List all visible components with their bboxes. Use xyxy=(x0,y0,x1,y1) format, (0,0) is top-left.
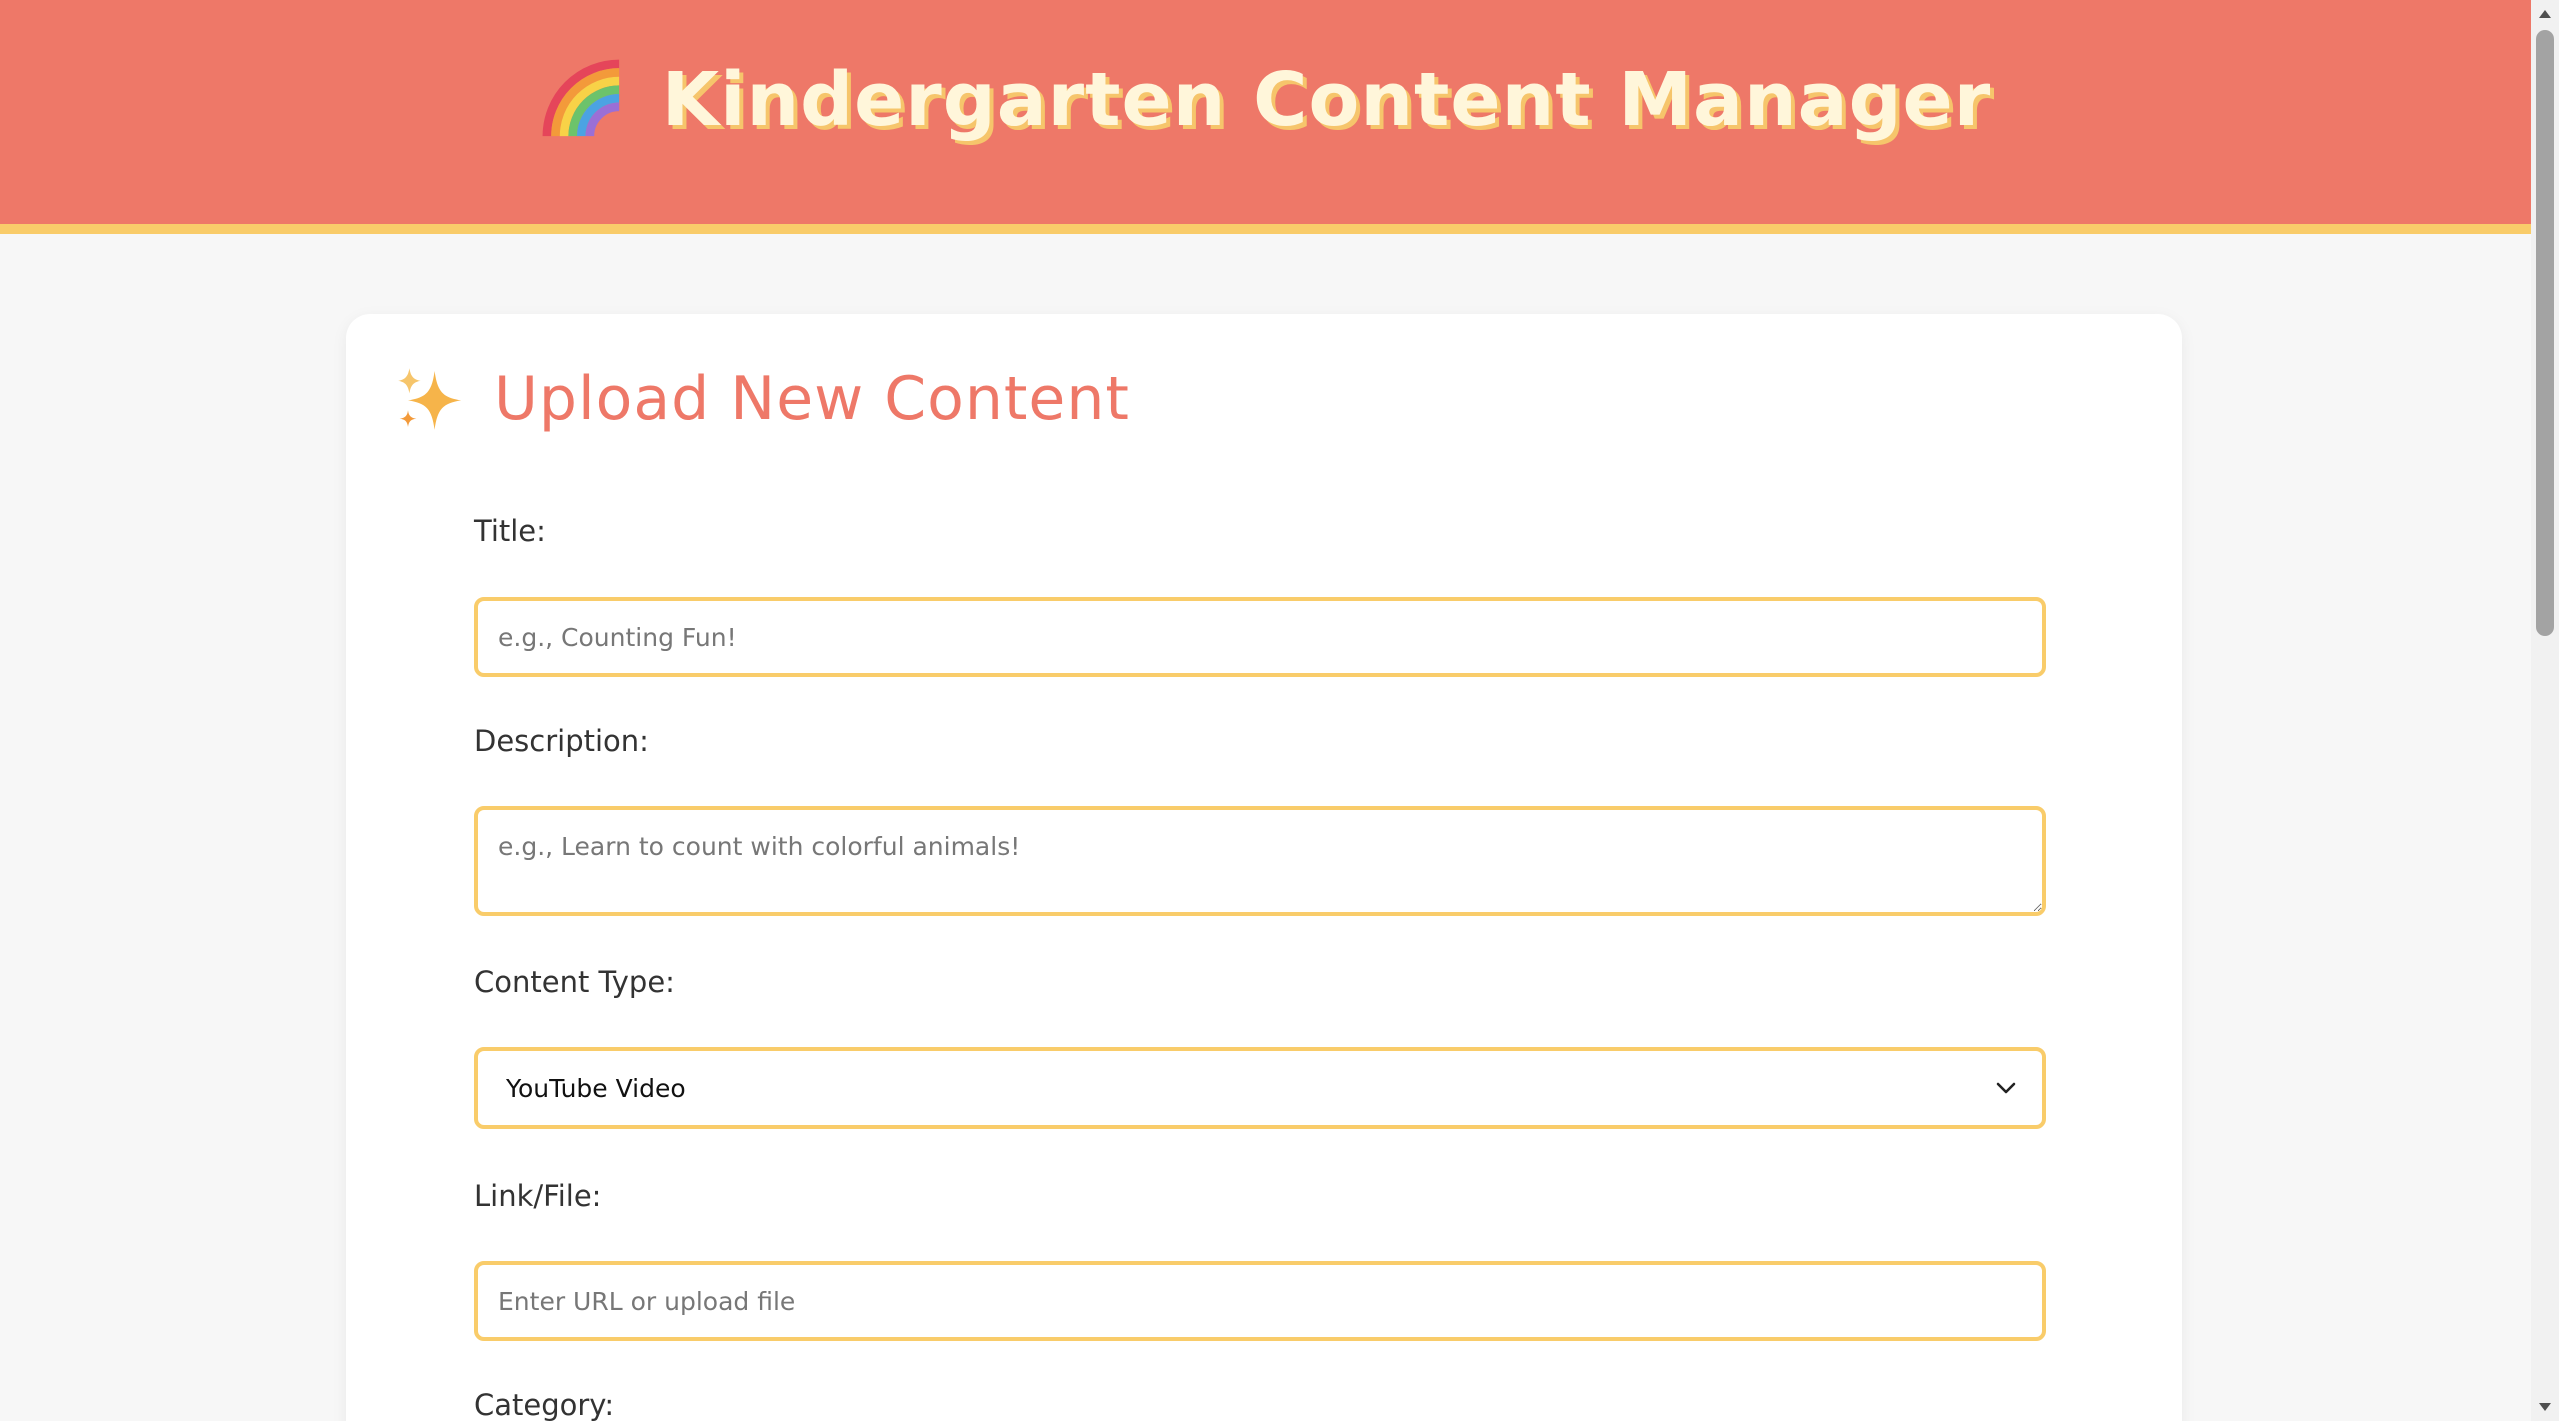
content-type-select[interactable]: YouTube Video xyxy=(474,1047,2046,1129)
description-textarea[interactable] xyxy=(474,806,2046,916)
description-label: Description: xyxy=(474,724,649,758)
content-type-selected: YouTube Video xyxy=(506,1073,686,1103)
app-header: Kindergarten Content Manager xyxy=(0,0,2531,234)
scroll-up-icon[interactable] xyxy=(2531,0,2559,28)
upload-heading: Upload New Content xyxy=(394,364,1130,434)
category-label: Category: xyxy=(474,1388,615,1421)
content-type-label: Content Type: xyxy=(474,965,675,999)
upload-card: Upload New Content Title: Description: C… xyxy=(346,314,2182,1421)
title-label: Title: xyxy=(474,514,546,548)
link-input[interactable] xyxy=(474,1261,2046,1341)
chevron-down-icon xyxy=(1996,1081,2016,1095)
header-brand: Kindergarten Content Manager xyxy=(540,57,1992,143)
upload-title: Upload New Content xyxy=(494,364,1130,434)
app-title: Kindergarten Content Manager xyxy=(661,57,1992,143)
link-label: Link/File: xyxy=(474,1179,602,1213)
vertical-scrollbar[interactable] xyxy=(2531,0,2559,1421)
app-viewport: Kindergarten Content Manager Upload New … xyxy=(0,0,2559,1421)
scroll-down-icon[interactable] xyxy=(2531,1393,2559,1421)
rainbow-icon xyxy=(540,57,626,143)
scroll-thumb[interactable] xyxy=(2536,30,2554,636)
title-input[interactable] xyxy=(474,597,2046,677)
sparkle-icon xyxy=(394,364,464,434)
